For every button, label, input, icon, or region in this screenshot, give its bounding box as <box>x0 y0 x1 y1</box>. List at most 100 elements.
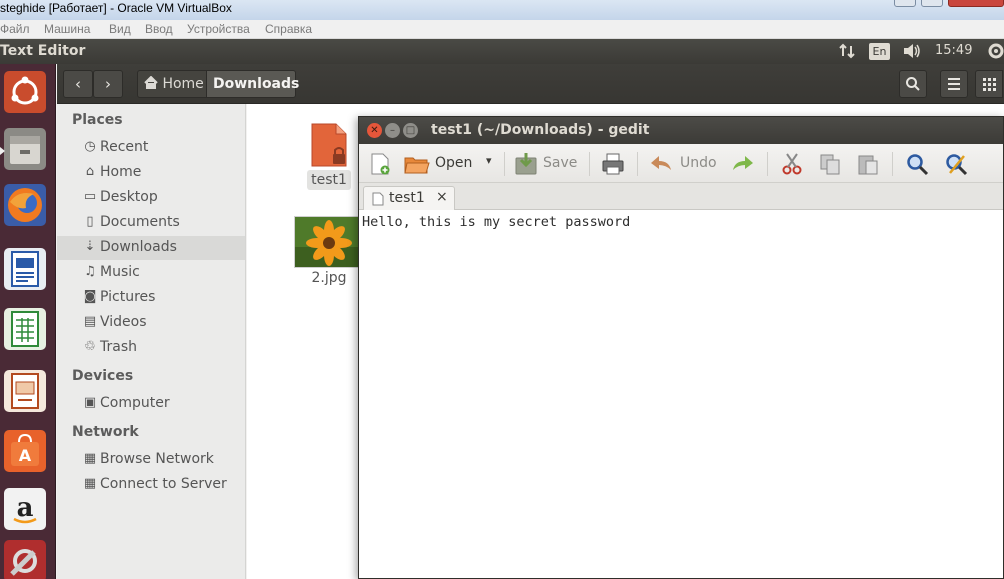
open-button[interactable] <box>403 152 431 176</box>
ubuntu-software-center-icon[interactable]: A <box>4 430 46 472</box>
print-icon <box>602 153 624 175</box>
amazon-icon[interactable]: a <box>4 488 46 530</box>
open-label[interactable]: Open <box>435 155 472 171</box>
host-menu-machine[interactable]: Машина <box>44 22 90 36</box>
search-button[interactable] <box>899 70 927 98</box>
text-document-icon <box>372 192 384 206</box>
sidebar-item-documents[interactable]: ▯ Documents <box>57 211 245 235</box>
copy-icon <box>820 154 840 175</box>
power-gear-icon[interactable] <box>987 41 1004 65</box>
sidebar-item-music[interactable]: ♫ Music <box>57 261 245 285</box>
sidebar-item-browse-network[interactable]: ▦ Browse Network <box>57 448 245 472</box>
clock[interactable]: 15:49 <box>935 43 972 58</box>
maximize-window-button[interactable]: □ <box>403 123 418 138</box>
host-minimize-button[interactable] <box>894 0 916 7</box>
scissors-icon <box>782 153 802 175</box>
host-menu-help[interactable]: Справка <box>265 22 312 36</box>
network-updown-icon[interactable] <box>838 42 856 64</box>
find-replace-button[interactable] <box>944 152 968 176</box>
paste-clipboard-icon <box>858 155 878 175</box>
redo-button[interactable] <box>729 152 755 176</box>
host-menu-view[interactable]: Вид <box>109 22 131 36</box>
save-label[interactable]: Save <box>543 155 577 171</box>
sidebar-item-recent[interactable]: ◷ Recent <box>57 136 245 160</box>
host-menu-file[interactable]: Файл <box>0 22 30 36</box>
locked-document-icon <box>311 123 347 167</box>
host-maximize-button[interactable] <box>921 0 943 7</box>
find-button[interactable] <box>905 152 929 176</box>
minimize-window-button[interactable]: – <box>385 123 400 138</box>
libreoffice-impress-icon[interactable] <box>4 370 46 412</box>
document-content[interactable]: Hello, this is my secret password <box>362 214 630 230</box>
keyboard-layout-indicator[interactable]: En <box>869 43 890 60</box>
sidebar-item-label: Pictures <box>100 289 156 305</box>
trash-icon: ♲ <box>84 339 96 354</box>
host-menubar: Файл Машина Вид Ввод Устройства Справка <box>0 20 1004 39</box>
file-label[interactable]: test1 <box>307 170 351 190</box>
print-button[interactable] <box>600 152 626 176</box>
copy-button[interactable] <box>818 152 842 176</box>
sidebar-item-label: Videos <box>100 314 147 330</box>
libreoffice-calc-icon[interactable] <box>4 308 46 350</box>
document-tab-label: test1 <box>389 190 425 206</box>
sidebar-item-trash[interactable]: ♲ Trash <box>57 336 245 360</box>
undo-label[interactable]: Undo <box>680 155 717 171</box>
breadcrumb-downloads[interactable]: Downloads <box>206 70 299 98</box>
forward-button[interactable]: › <box>93 70 123 98</box>
file-test1[interactable] <box>310 122 348 168</box>
film-icon: ▤ <box>83 314 97 329</box>
sidebar-item-desktop[interactable]: ▭ Desktop <box>57 186 245 210</box>
search-icon <box>906 77 920 91</box>
document-tab[interactable]: test1 × <box>363 186 455 211</box>
host-close-button[interactable] <box>948 0 1004 7</box>
sidebar-item-label: Trash <box>100 339 137 355</box>
save-button[interactable] <box>513 152 539 176</box>
document-tab-bar: test1 × <box>359 183 1003 211</box>
ubuntu-dash-icon[interactable] <box>4 71 46 113</box>
system-settings-icon[interactable] <box>4 540 46 579</box>
sidebar-item-label: Connect to Server <box>100 476 227 492</box>
file-label[interactable]: 2.jpg <box>307 270 351 286</box>
document-icon: ▯ <box>86 214 94 229</box>
sidebar-item-computer[interactable]: ▣ Computer <box>57 392 245 416</box>
sidebar-item-label: Documents <box>100 214 180 230</box>
close-tab-icon[interactable]: × <box>436 189 448 205</box>
sidebar-item-videos[interactable]: ▤ Videos <box>57 311 245 335</box>
find-replace-icon <box>946 154 968 176</box>
back-button[interactable]: ‹ <box>63 70 93 98</box>
libreoffice-writer-icon[interactable] <box>4 248 46 290</box>
text-editor-area[interactable]: Hello, this is my secret password <box>359 210 1003 578</box>
view-list-button[interactable] <box>940 70 968 98</box>
cut-button[interactable] <box>780 152 804 176</box>
sidebar-item-home[interactable]: ⌂ Home <box>57 161 245 185</box>
undo-button[interactable] <box>649 152 675 176</box>
new-document-icon <box>371 153 390 175</box>
files-icon[interactable] <box>4 128 46 170</box>
file-2jpg[interactable] <box>294 216 362 268</box>
server-icon: ▦ <box>83 476 97 491</box>
sidebar-item-pictures[interactable]: ◙ Pictures <box>57 286 245 310</box>
toolbar-separator <box>892 152 893 176</box>
sidebar-item-connect-server[interactable]: ▦ Connect to Server <box>57 473 245 497</box>
view-grid-button[interactable] <box>975 70 1003 98</box>
download-icon: ⇣ <box>84 239 96 254</box>
host-menu-input[interactable]: Ввод <box>145 22 173 36</box>
folder-icon: ▭ <box>83 189 97 204</box>
host-menu-devices[interactable]: Устройства <box>187 22 250 36</box>
sidebar-item-downloads[interactable]: ⇣ Downloads <box>57 236 245 260</box>
paste-button[interactable] <box>856 152 880 176</box>
volume-icon[interactable] <box>902 42 922 64</box>
open-recent-dropdown-icon[interactable]: ▾ <box>486 154 492 167</box>
host-window-titlebar: steghide [Работает] - Oracle VM VirtualB… <box>0 0 1004 20</box>
new-document-button[interactable] <box>368 152 392 176</box>
firefox-icon[interactable] <box>4 184 46 226</box>
gedit-titlebar[interactable]: ✕ – □ test1 (~/Downloads) - gedit <box>359 117 1003 144</box>
breadcrumb-home[interactable]: Home <box>137 70 207 98</box>
minimize-icon: – <box>390 125 395 136</box>
breadcrumb-home-label: Home <box>162 76 204 92</box>
toolbar-separator <box>637 152 638 176</box>
close-window-button[interactable]: ✕ <box>367 123 382 138</box>
files-running-indicator <box>0 147 5 155</box>
music-icon: ♫ <box>84 264 96 279</box>
chevron-left-icon: ‹ <box>75 75 81 93</box>
